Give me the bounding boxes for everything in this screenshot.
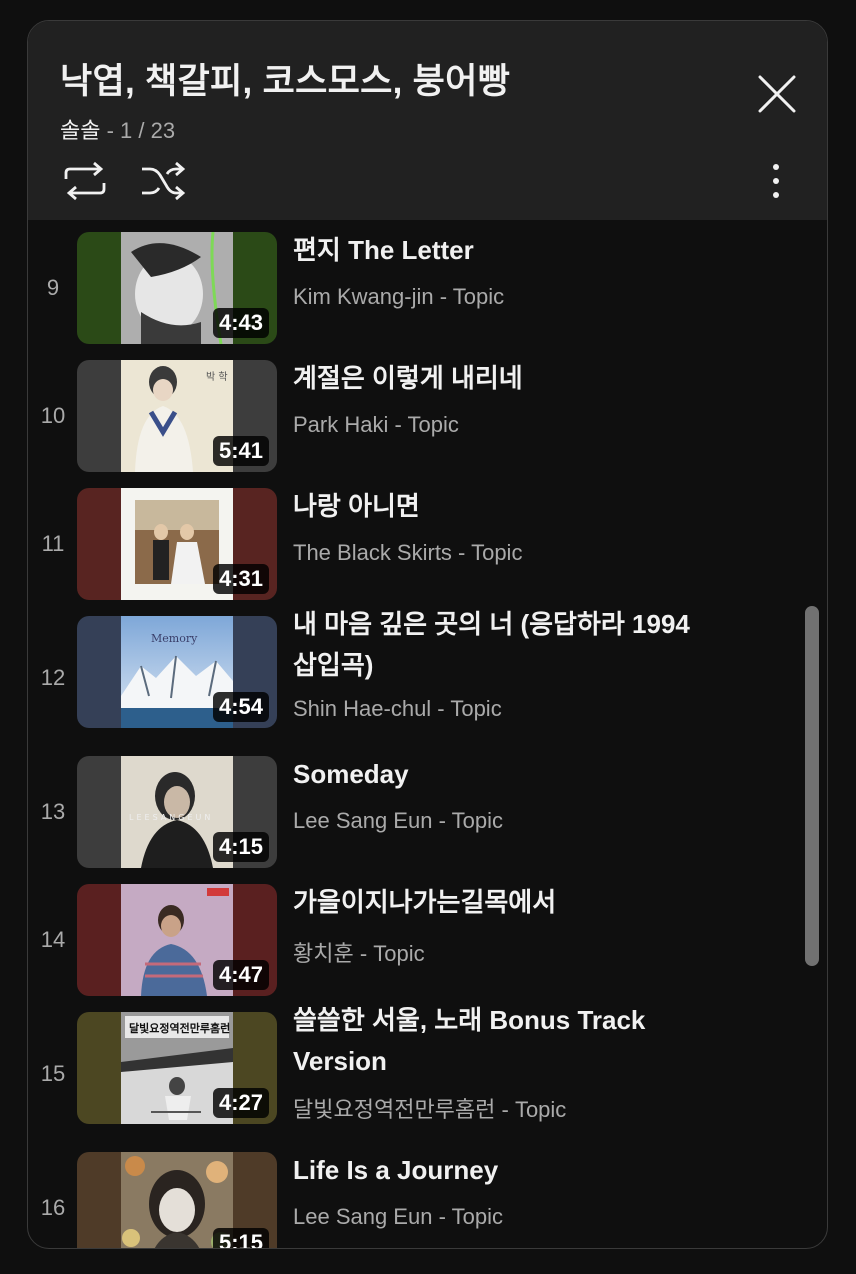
svg-text:박 학: 박 학: [206, 371, 228, 383]
item-artist[interactable]: The Black Skirts - Topic: [293, 540, 522, 566]
item-title: 내 마음 깊은 곳의 너 (응답하라 1994 삽입곡): [293, 609, 690, 680]
album-art-label: LEESANGEUN: [129, 813, 213, 822]
album-art-label: 달빛요정역전만루홈런: [129, 1021, 230, 1035]
shuffle-icon: [142, 161, 186, 201]
playlist-item[interactable]: 13 LEESANGEUN 4:15 Someday Lee Sang Eun …: [28, 744, 788, 872]
item-title: Life Is a Journey: [293, 1155, 499, 1185]
item-duration: 4:15: [212, 832, 269, 862]
loop-icon: [64, 161, 106, 201]
item-duration: 4:31: [212, 564, 269, 594]
playlist-owner[interactable]: 솔솔: [60, 118, 100, 143]
item-artist[interactable]: Park Haki - Topic: [293, 412, 459, 438]
item-index: 11: [41, 531, 65, 556]
scrollbar-thumb[interactable]: [805, 606, 819, 966]
album-art-label: Memory: [151, 632, 198, 645]
item-index: 14: [40, 927, 66, 952]
item-duration: 4:27: [212, 1088, 269, 1118]
playlist-panel: 낙엽, 책갈피, 코스모스, 붕어빵 솔솔 - 1 / 23 9 4:43 편지…: [27, 20, 828, 1249]
playlist-header: 낙엽, 책갈피, 코스모스, 붕어빵 솔솔 - 1 / 23: [28, 21, 827, 220]
playlist-subtitle: 솔솔 - 1 / 23: [60, 113, 175, 145]
playlist-item[interactable]: 10 박 학 5:41 계절은 이렇게 내리네 Park Haki - Topi…: [28, 348, 788, 476]
item-title: Someday: [293, 759, 409, 789]
close-icon: [758, 75, 796, 113]
item-title: 쓸쓸한 서울, 노래 Bonus Track Version: [293, 1005, 646, 1076]
playlist-item[interactable]: 15 달빛요정역전만루홈런 4:27 쓸쓸한 서울, 노래 Bonus Trac…: [28, 1000, 788, 1140]
item-duration: 4:43: [212, 308, 269, 338]
item-duration: 4:47: [212, 960, 269, 990]
item-artist[interactable]: Kim Kwang-jin - Topic: [293, 284, 504, 310]
item-index: 9: [46, 275, 60, 300]
item-artist[interactable]: 달빛요정역전만루홈런 - Topic: [293, 1092, 566, 1124]
item-thumbnail[interactable]: 4:47: [77, 884, 277, 996]
item-thumbnail[interactable]: LEESANGEUN 4:15: [77, 756, 277, 868]
item-duration: 5:15: [212, 1228, 269, 1248]
playlist-item[interactable]: 11 4:31 나랑 아니면 The Black Skirts - Topic: [28, 476, 788, 604]
playlist-item[interactable]: 14 4:47 가을이지나가는길목에서 황치훈 - Topic: [28, 872, 788, 1000]
item-artist[interactable]: Shin Hae-chul - Topic: [293, 696, 502, 722]
item-thumbnail[interactable]: 박 학 5:41: [77, 360, 277, 472]
close-button[interactable]: [752, 69, 802, 119]
item-artist[interactable]: 황치훈 - Topic: [293, 936, 425, 968]
item-artist[interactable]: Lee Sang Eun - Topic: [293, 1204, 503, 1230]
playlist-position: - 1 / 23: [100, 118, 176, 143]
item-thumbnail[interactable]: 4:43: [77, 232, 277, 344]
playlist-item[interactable]: 12 Memory 4:54 내 마음 깊은 곳의 너 (응답하라 1994 삽…: [28, 604, 788, 744]
item-title: 편지 The Letter: [293, 235, 474, 265]
item-title: 나랑 아니면: [293, 491, 420, 521]
item-thumbnail[interactable]: 5:15: [77, 1152, 277, 1248]
playlist-item[interactable]: 16 5:15 Life Is a Journey Lee Sang Eun -…: [28, 1140, 788, 1248]
item-thumbnail[interactable]: 4:31: [77, 488, 277, 600]
item-thumbnail[interactable]: 달빛요정역전만루홈런 4:27: [77, 1012, 277, 1124]
item-title: 가을이지나가는길목에서: [293, 887, 557, 917]
item-index: 10: [40, 403, 66, 428]
item-index: 13: [40, 799, 66, 824]
more-options-button[interactable]: [756, 159, 796, 203]
more-vertical-icon: [773, 164, 779, 198]
playlist-item[interactable]: 9 4:43 편지 The Letter Kim Kwang-jin - Top…: [28, 220, 788, 348]
item-artist[interactable]: Lee Sang Eun - Topic: [293, 808, 503, 834]
item-thumbnail[interactable]: Memory 4:54: [77, 616, 277, 728]
item-index: 12: [40, 665, 66, 690]
item-index: 15: [40, 1061, 66, 1086]
shuffle-button[interactable]: [138, 159, 188, 203]
item-title: 계절은 이렇게 내리네: [293, 363, 523, 393]
item-duration: 5:41: [212, 436, 269, 466]
item-index: 16: [40, 1195, 66, 1220]
loop-button[interactable]: [60, 159, 110, 203]
playlist-title: 낙엽, 책갈피, 코스모스, 붕어빵: [60, 62, 511, 101]
item-duration: 4:54: [212, 692, 269, 722]
